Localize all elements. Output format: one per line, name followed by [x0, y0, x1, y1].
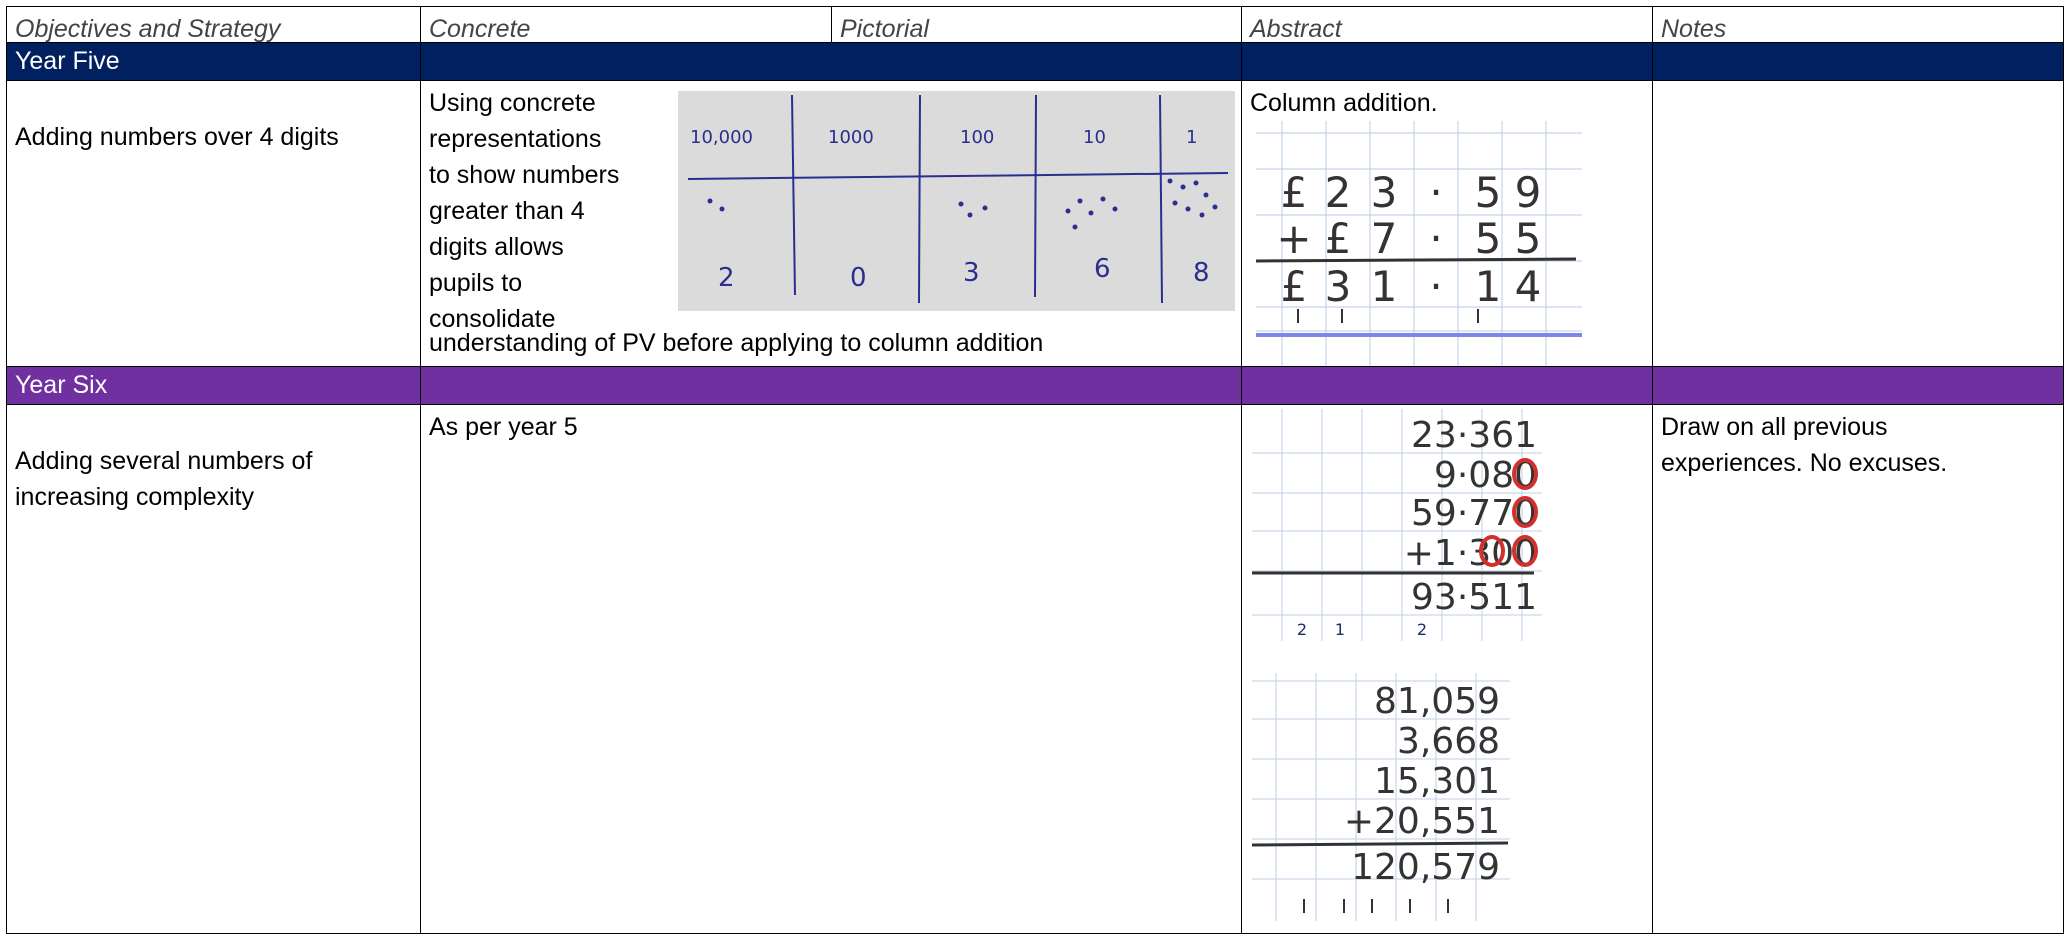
pv-digit: 2 — [718, 263, 735, 293]
header-concrete: Concrete — [420, 6, 832, 43]
ca-row3: 1 — [1371, 262, 1398, 311]
ca-row1: 5 — [1475, 168, 1502, 217]
year-five-notes — [1652, 80, 2064, 367]
year-five-band-label: Year Five — [6, 42, 421, 81]
ca-row1: 9 — [1515, 168, 1542, 217]
ws-row: +20,551 — [1344, 801, 1500, 842]
year-six-band-label: Year Six — [6, 366, 421, 405]
year-six-objective-line: increasing complexity — [15, 483, 254, 511]
concrete-line: representations — [429, 125, 602, 153]
year-six-objective-line: Adding several numbers of — [15, 447, 313, 475]
concrete-description: Using concrete representations to show n… — [421, 81, 677, 337]
year-six-band-notes — [1652, 366, 2064, 405]
ca-row1: 2 — [1325, 168, 1352, 217]
pv-heading: 10 — [1083, 127, 1106, 148]
ws-row: 15,301 — [1374, 761, 1500, 802]
header-concrete-label: Concrete — [429, 15, 531, 43]
ca-row2: £ — [1325, 214, 1352, 263]
year-five-objective-text: Adding numbers over 4 digits — [15, 123, 339, 151]
concrete-line: digits allows — [429, 233, 564, 261]
year-five-band-text: Year Five — [15, 47, 120, 75]
header-abstract: Abstract — [1241, 6, 1653, 43]
pv-digit: 0 — [850, 263, 867, 293]
year-five-band-abstract — [1241, 42, 1653, 81]
ca-row2: 5 — [1515, 214, 1542, 263]
concrete-line: greater than 4 — [429, 197, 585, 225]
header-objectives: Objectives and Strategy — [6, 6, 421, 43]
pv-heading: 10,000 — [690, 127, 753, 148]
year-six-abstract: 23·361 9·080 59·770 +1·300 93·511 2 1 2 — [1241, 404, 1653, 934]
concrete-line-last: understanding of PV before applying to c… — [429, 329, 1044, 357]
ds-row: 23·361 — [1411, 415, 1537, 456]
ca-row2: + — [1276, 214, 1311, 263]
year-six-objective: Adding several numbers of increasing com… — [6, 404, 421, 934]
ds-result: 93·511 — [1411, 577, 1537, 618]
year-five-concrete-pictorial: Using concrete representations to show n… — [420, 80, 1243, 367]
pv-heading: 1000 — [828, 127, 874, 148]
ca-row1: £ — [1281, 168, 1308, 217]
ws-result: 120,579 — [1351, 847, 1500, 888]
year-five-objective: Adding numbers over 4 digits — [6, 80, 421, 367]
ds-carry: 2 — [1297, 620, 1307, 639]
abstract-title: Column addition. — [1250, 89, 1438, 117]
ca-row3: 4 — [1515, 262, 1542, 311]
ds-carry: 2 — [1417, 620, 1427, 639]
header-notes-label: Notes — [1661, 15, 1727, 43]
ca-row1: · — [1429, 168, 1442, 217]
ca-row1: 3 — [1371, 168, 1398, 217]
place-value-chart-image: 10,000 1000 100 10 1 2 0 3 6 8 — [678, 91, 1235, 311]
year-five-band-notes — [1652, 42, 2064, 81]
header-notes: Notes — [1652, 6, 2064, 43]
ws-row: 3,668 — [1397, 721, 1500, 762]
whole-number-addition-image: 81,059 3,668 15,301 +20,551 120,579 — [1252, 673, 1510, 921]
ca-row3: 1 — [1475, 262, 1502, 311]
pv-digit: 8 — [1193, 258, 1210, 288]
pv-digit: 6 — [1094, 254, 1111, 284]
header-pictorial: Pictorial — [831, 6, 1242, 43]
year-six-concrete-text: As per year 5 — [429, 413, 578, 441]
pv-heading: 1 — [1186, 127, 1197, 148]
ca-row2: 7 — [1371, 214, 1398, 263]
header-abstract-label: Abstract — [1250, 15, 1342, 43]
header-objectives-label: Objectives and Strategy — [15, 15, 281, 43]
ca-row2: · — [1429, 214, 1442, 263]
year-six-concrete: As per year 5 — [420, 404, 1243, 934]
ca-row3: · — [1429, 262, 1442, 311]
pv-heading: 100 — [960, 127, 994, 148]
year-five-abstract: Column addition. £ 2 3 · 5 9 + £ 7 · 5 5… — [1241, 80, 1653, 367]
decimal-addition-image: 23·361 9·080 59·770 +1·300 93·511 2 1 2 — [1252, 409, 1542, 641]
column-addition-image: £ 2 3 · 5 9 + £ 7 · 5 5 £ 3 1 · 1 4 — [1256, 121, 1582, 366]
ca-row2: 5 — [1475, 214, 1502, 263]
concrete-line: pupils to — [429, 269, 523, 297]
pv-digit: 3 — [963, 258, 980, 288]
year-six-band-abstract — [1241, 366, 1653, 405]
year-six-band-concrete — [420, 366, 1243, 405]
year-six-notes-line: Draw on all previous — [1661, 413, 1888, 441]
year-six-band-text: Year Six — [15, 371, 108, 399]
ws-row: 81,059 — [1374, 681, 1500, 722]
concrete-line: to show numbers — [429, 161, 620, 189]
ca-row3: 3 — [1325, 262, 1352, 311]
year-six-notes: Draw on all previous experiences. No exc… — [1652, 404, 2064, 934]
header-pictorial-label: Pictorial — [840, 15, 929, 43]
year-five-band-concrete — [420, 42, 1243, 81]
ds-carry: 1 — [1335, 620, 1345, 639]
year-six-notes-line: experiences. No excuses. — [1661, 449, 1948, 477]
ca-row3: £ — [1281, 262, 1308, 311]
concrete-line: Using concrete — [429, 89, 596, 117]
